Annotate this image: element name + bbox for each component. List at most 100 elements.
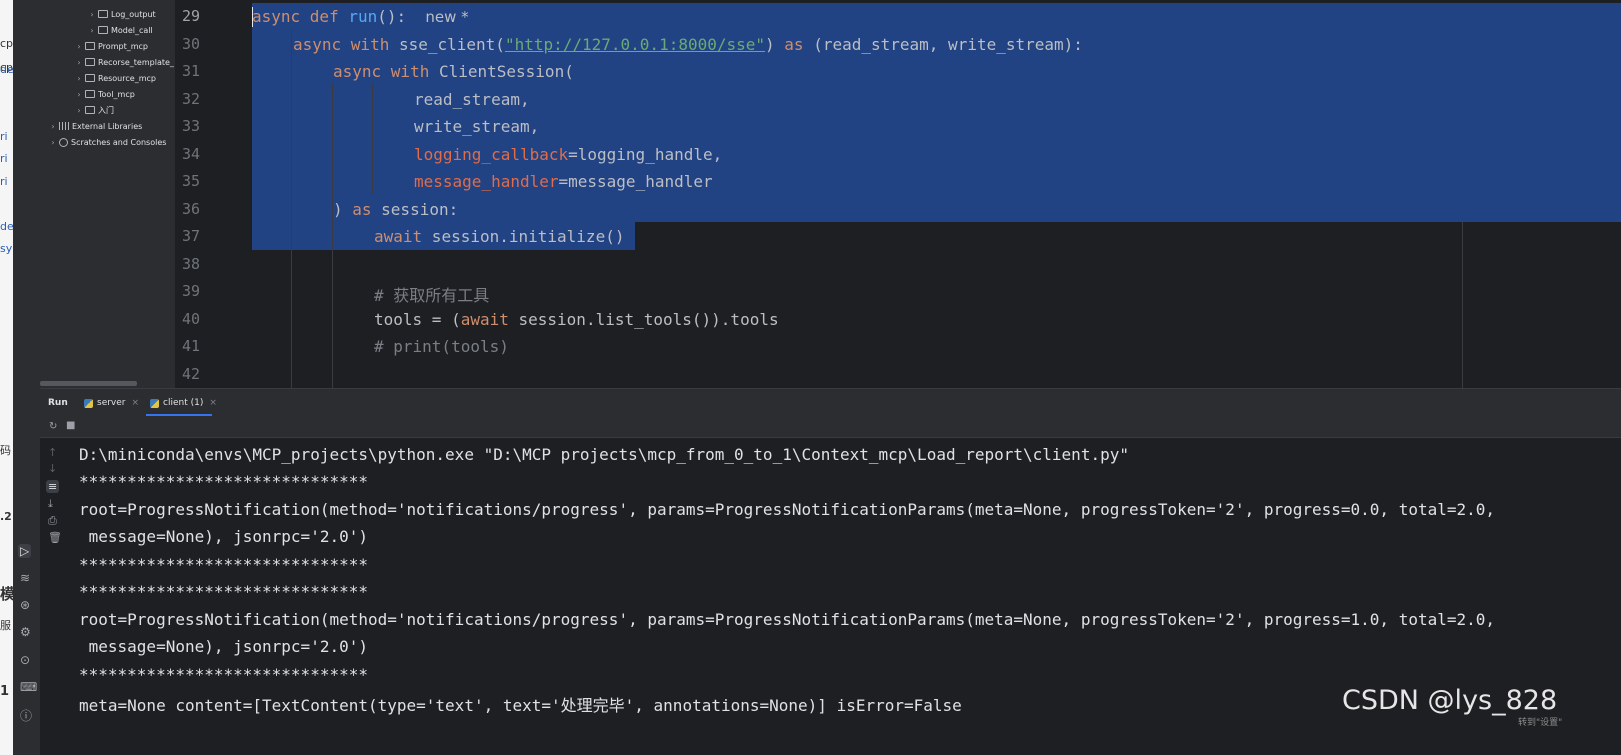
line-number: 31 [181, 62, 200, 80]
chevron-right-icon[interactable]: › [88, 26, 96, 35]
folder-icon [85, 74, 95, 82]
code-editor[interactable]: 29 30 31 32 33 34 35 36 37 38 39 40 41 4… [175, 0, 1621, 388]
tree-item-getting-started[interactable]: › 入门 [75, 102, 114, 118]
line-number: 42 [181, 365, 200, 383]
tree-item-label: Log_output [111, 9, 156, 19]
code-line-39[interactable]: # 获取所有工具 [374, 282, 489, 306]
stop-icon[interactable]: ■ [66, 420, 75, 431]
author-hint: new * [425, 8, 469, 26]
soft-wrap-icon[interactable]: ≡ [46, 480, 60, 493]
tab-client[interactable]: client (1) × [150, 395, 217, 411]
print-icon[interactable]: ⎙ [48, 514, 57, 528]
code-line-35[interactable]: message_handler=message_handler [414, 172, 713, 191]
right-margin-guide [1462, 222, 1463, 388]
code-text: sse_client( [398, 35, 505, 54]
tree-item-label: Prompt_mcp [98, 41, 148, 51]
close-tab-icon[interactable]: × [132, 398, 140, 408]
code-line-29[interactable]: async def run(): new * [252, 7, 469, 26]
code-text: ClientSession( [438, 62, 574, 81]
tree-item-log-output[interactable]: › Log_output [88, 6, 156, 22]
line-number: 29 [181, 7, 200, 25]
code-line-41[interactable]: # print(tools) [374, 337, 509, 356]
arrow-down-icon[interactable]: ↓ [48, 462, 57, 475]
line-number: 33 [181, 117, 200, 135]
tree-item-tool-mcp[interactable]: › Tool_mcp [75, 86, 134, 102]
line-number: 34 [181, 145, 200, 163]
tab-server[interactable]: server × [84, 395, 139, 411]
named-parameter: message_handler [414, 172, 559, 191]
keyword: as [352, 200, 372, 219]
line-number: 35 [181, 172, 200, 190]
clipped-text: 码 [0, 444, 11, 457]
tree-item-model-call[interactable]: › Model_call [88, 22, 152, 38]
plugins-icon[interactable]: ⊛ [20, 598, 30, 612]
os-activation-hint: 转到"设置" [1518, 718, 1563, 728]
console-line: root=ProgressNotification(method='notifi… [79, 500, 1496, 519]
code-text: session.initialize() [422, 227, 625, 246]
close-tab-icon[interactable]: × [209, 398, 217, 408]
folder-icon [98, 10, 108, 18]
horizontal-scrollbar[interactable] [40, 381, 137, 386]
code-line-36[interactable]: ) as session: [333, 200, 458, 219]
code-line-32[interactable]: read_stream, [414, 90, 530, 109]
console-line: ****************************** [79, 555, 368, 574]
code-line-40[interactable]: tools = (await session.list_tools()).too… [374, 310, 779, 329]
comment: # 获取所有工具 [374, 286, 490, 305]
keyword: await [460, 310, 509, 329]
code-line-34[interactable]: logging_callback=logging_handle, [414, 145, 722, 164]
console-line: ****************************** [79, 665, 368, 684]
library-icon [59, 122, 69, 130]
chevron-right-icon[interactable]: › [75, 106, 83, 115]
chevron-right-icon[interactable]: › [75, 74, 83, 83]
code-text: ) [333, 200, 353, 219]
chevron-right-icon[interactable]: › [49, 138, 57, 147]
clipped-text: de [0, 220, 13, 233]
chevron-right-icon[interactable]: › [49, 122, 57, 131]
keyword: await [374, 227, 423, 246]
project-tree[interactable]: › Log_output › Model_call › Prompt_mcp ›… [40, 0, 175, 388]
run-config-icon[interactable]: ⊙ [20, 653, 30, 667]
line-number: 36 [181, 200, 200, 218]
code-text: (read_stream, write_stream): [803, 35, 1083, 54]
chevron-right-icon[interactable]: › [75, 90, 83, 99]
chevron-right-icon[interactable]: › [88, 10, 96, 19]
console-line: D:\miniconda\envs\MCP_projects\python.ex… [79, 445, 1129, 464]
tree-item-external-libraries[interactable]: › External Libraries [49, 118, 142, 134]
code-line-31[interactable]: async with ClientSession( [333, 62, 574, 81]
chevron-right-icon[interactable]: › [75, 58, 83, 67]
terminal-icon[interactable]: ⌨ [20, 680, 37, 694]
clipped-text: .2 [0, 510, 12, 523]
indent-guide [291, 30, 292, 388]
code-line-33[interactable]: write_stream, [414, 117, 539, 136]
services-icon[interactable]: ⚙ [20, 625, 31, 639]
code-line-37[interactable]: await session.initialize() [374, 227, 624, 246]
problems-icon[interactable]: ⓘ [20, 707, 32, 724]
tree-item-label: Scratches and Consoles [71, 137, 167, 147]
line-number: 37 [181, 227, 200, 245]
line-number: 38 [181, 255, 200, 273]
clipped-text: 服 [0, 619, 11, 632]
arrow-up-icon[interactable]: ↑ [48, 446, 57, 459]
tab-label: server [97, 398, 126, 408]
code-text: write_stream, [414, 117, 540, 136]
clipped-text: 模 [0, 585, 13, 603]
code-line-30[interactable]: async with sse_client("http://127.0.0.1:… [293, 35, 1083, 54]
layers-icon[interactable]: ≋ [20, 571, 30, 585]
tree-item-prompt-mcp[interactable]: › Prompt_mcp [75, 38, 148, 54]
clipped-text: de [0, 63, 13, 76]
tab-label: client (1) [163, 398, 204, 408]
chevron-right-icon[interactable]: › [75, 42, 83, 51]
console-line: meta=None content=[TextContent(type='tex… [79, 696, 962, 715]
tree-item-recorse-template[interactable]: › Recorse_template_ [75, 54, 174, 70]
code-text: =logging_handle, [568, 145, 723, 164]
python-icon [150, 398, 159, 408]
scroll-to-end-icon[interactable]: ⤓ [48, 497, 53, 511]
trash-icon[interactable]: 🗑 [48, 531, 62, 544]
clipped-text: ri [0, 152, 8, 165]
tree-item-label: External Libraries [72, 121, 143, 131]
tree-item-label: Resource_mcp [98, 73, 156, 83]
run-tool-icon[interactable]: ▷ [18, 544, 32, 558]
rerun-icon[interactable]: ↻ [49, 421, 57, 432]
tree-item-scratches[interactable]: › Scratches and Consoles [49, 134, 166, 150]
tree-item-resource-mcp[interactable]: › Resource_mcp [75, 70, 156, 86]
